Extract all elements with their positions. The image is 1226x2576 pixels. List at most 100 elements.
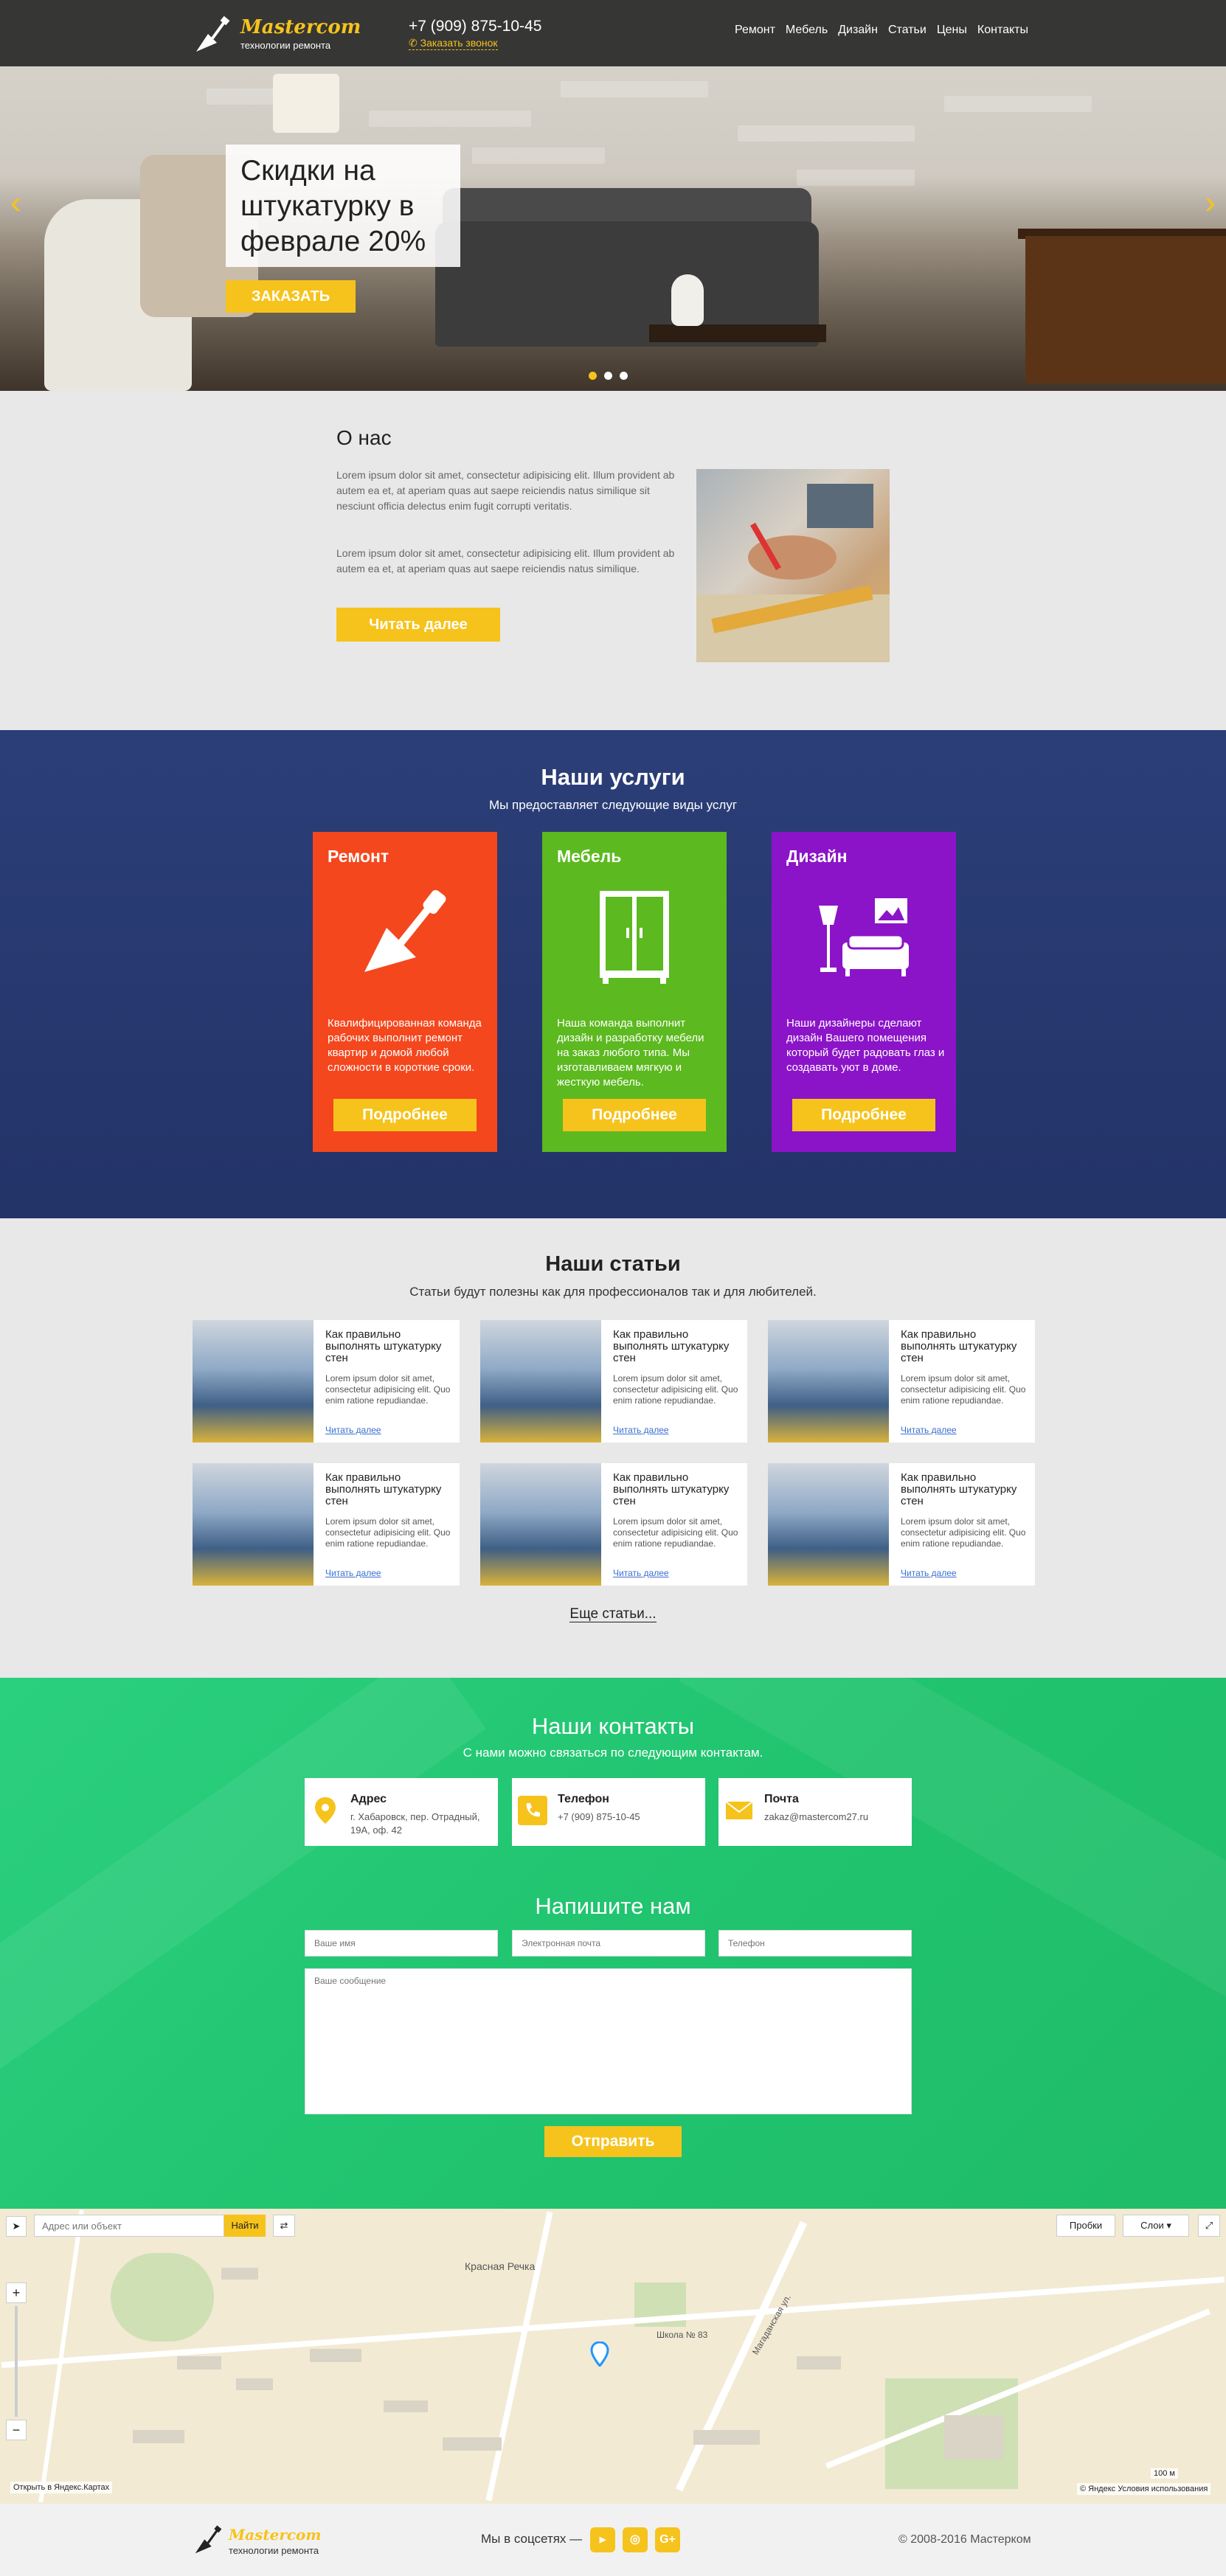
contact-value[interactable]: +7 (909) 875-10-45: [558, 1811, 698, 1824]
nav-item-design[interactable]: Дизайн: [838, 24, 878, 37]
phone-small-icon: ✆: [409, 37, 420, 49]
callback-link[interactable]: ✆ Заказать звонок: [409, 37, 498, 50]
callback-label: Заказать звонок: [420, 37, 498, 49]
service-more-button[interactable]: Подробнее: [792, 1099, 935, 1131]
contact-value[interactable]: zakaz@mastercom27.ru: [764, 1811, 904, 1824]
article-card[interactable]: Как правильно выполнять штукатурку стен …: [480, 1320, 747, 1443]
contacts-section: Наши контакты С нами можно связаться по …: [0, 1678, 1226, 2209]
services-section: Наши услуги Мы предоставляет следующие в…: [0, 730, 1226, 1218]
contact-card-mail: Почта zakaz@mastercom27.ru: [718, 1778, 912, 1846]
article-read-more-link[interactable]: Читать далее: [613, 1568, 669, 1578]
logo[interactable]: Mastercom технологии ремонта: [192, 12, 361, 56]
contact-label: Почта: [764, 1793, 799, 1805]
article-title: Как правильно выполнять штукатурку стен: [325, 1328, 442, 1364]
phone-icon: [518, 1796, 547, 1825]
service-title: Ремонт: [328, 847, 389, 866]
article-read-more-link[interactable]: Читать далее: [901, 1568, 957, 1578]
contact-card-phone: Телефон +7 (909) 875-10-45: [512, 1778, 705, 1846]
slider-dot[interactable]: [620, 372, 628, 380]
read-more-button[interactable]: Читать далее: [336, 608, 500, 642]
service-card-furniture: Мебель Наша команда выполнит дизайн и ра…: [542, 832, 727, 1152]
service-text: Наши дизайнеры сделают дизайн Вашего пом…: [786, 1017, 945, 1074]
article-read-more-link[interactable]: Читать далее: [901, 1425, 957, 1435]
contact-card-address: Адрес г. Хабаровск, пер. Отрадный, 19А, …: [305, 1778, 498, 1846]
map-park: [111, 2253, 214, 2341]
google-plus-icon[interactable]: G+: [655, 2527, 680, 2552]
article-read-more-link[interactable]: Читать далее: [325, 1425, 381, 1435]
cabinet: [1025, 236, 1226, 383]
youtube-icon[interactable]: ▶: [590, 2527, 615, 2552]
yandex-map[interactable]: Красная Речка Школа № 83 Магаданская ул.…: [0, 2209, 1226, 2504]
traffic-label: Пробки: [1069, 2220, 1103, 2231]
nav-item-repair[interactable]: Ремонт: [735, 24, 775, 37]
layers-button[interactable]: Слои ▾: [1123, 2215, 1189, 2237]
wall-brick: [944, 96, 1092, 112]
article-read-more-link[interactable]: Читать далее: [613, 1425, 669, 1435]
slider-dot[interactable]: [604, 372, 612, 380]
order-button[interactable]: ЗАКАЗАТЬ: [226, 280, 356, 313]
about-photo: [696, 469, 890, 662]
zoom-out-icon[interactable]: −: [6, 2420, 27, 2440]
open-in-yandex-link[interactable]: Открыть в Яндекс.Картах: [10, 2482, 113, 2493]
more-articles-link[interactable]: Еще статьи...: [569, 1606, 657, 1622]
zoom-in-icon[interactable]: +: [6, 2282, 27, 2303]
map-road: [485, 2211, 553, 2502]
email-input[interactable]: [512, 1930, 705, 1957]
article-card[interactable]: Как правильно выполнять штукатурку стен …: [480, 1463, 747, 1586]
traffic-button[interactable]: Пробки: [1056, 2215, 1115, 2237]
wall-brick: [797, 170, 915, 186]
map-pin-icon: [311, 1796, 340, 1825]
interior-icon: [819, 898, 909, 976]
map-find-button[interactable]: Найти: [224, 2215, 266, 2237]
articles-subtitle: Статьи будут полезны как для профессиона…: [409, 1285, 817, 1299]
map-building: [443, 2437, 502, 2451]
map-building: [693, 2430, 760, 2445]
map-marker-icon[interactable]: [590, 2341, 609, 2370]
map-search-input[interactable]: [34, 2215, 224, 2237]
instagram-icon[interactable]: ◎: [623, 2527, 648, 2552]
contact-label: Телефон: [558, 1793, 609, 1805]
article-image: [193, 1320, 314, 1443]
slider-prev-icon[interactable]: ‹: [10, 184, 21, 221]
contact-label: Адрес: [350, 1793, 387, 1805]
article-card[interactable]: Как правильно выполнять штукатурку стен …: [193, 1320, 460, 1443]
send-button[interactable]: Отправить: [544, 2126, 682, 2157]
map-road: [825, 2308, 1211, 2469]
trowel-icon: [364, 889, 446, 972]
contacts-subtitle: С нами можно связаться по следующим конт…: [463, 1746, 763, 1760]
nav-item-contacts[interactable]: Контакты: [977, 24, 1028, 37]
nav-item-furniture[interactable]: Мебель: [786, 24, 828, 37]
article-read-more-link[interactable]: Читать далее: [325, 1568, 381, 1578]
slider-dot[interactable]: [589, 372, 597, 380]
map-credits[interactable]: © Яндекс Условия использования: [1077, 2483, 1211, 2495]
header-phone[interactable]: +7 (909) 875-10-45: [409, 18, 541, 35]
map-scale: 100 м: [1151, 2468, 1178, 2479]
about-paragraph: Lorem ipsum dolor sit amet, consectetur …: [336, 547, 675, 574]
fullscreen-icon[interactable]: ⤢: [1198, 2215, 1220, 2237]
service-more-button[interactable]: Подробнее: [333, 1099, 477, 1131]
article-image: [480, 1320, 601, 1443]
hero-title: Скидки на штукатурку в феврале 20%: [240, 155, 426, 257]
service-more-button[interactable]: Подробнее: [563, 1099, 706, 1131]
route-icon[interactable]: ⇄: [273, 2215, 295, 2237]
articles-title: Наши статьи: [545, 1252, 681, 1276]
footer-logo[interactable]: Mastercom технологии ремонта: [192, 2523, 354, 2560]
article-card[interactable]: Как правильно выполнять штукатурку стен …: [768, 1320, 1035, 1443]
phone-input[interactable]: [718, 1930, 912, 1957]
zoom-slider[interactable]: [15, 2306, 18, 2417]
nav-item-articles[interactable]: Статьи: [888, 24, 927, 37]
article-image: [768, 1463, 889, 1586]
wall-brick: [561, 81, 708, 97]
site-footer: Mastercom технологии ремонта Мы в соцсет…: [0, 2504, 1226, 2576]
locate-icon[interactable]: ➤: [6, 2216, 27, 2237]
message-textarea[interactable]: [305, 1968, 912, 2114]
article-card[interactable]: Как правильно выполнять штукатурку стен …: [768, 1463, 1035, 1586]
slider-next-icon[interactable]: ›: [1205, 184, 1216, 221]
article-card[interactable]: Как правильно выполнять штукатурку стен …: [193, 1463, 460, 1586]
service-card-repair: Ремонт Квалифицированная команда рабочих…: [313, 832, 497, 1152]
article-excerpt: Lorem ipsum dolor sit amet, consectetur …: [325, 1373, 451, 1406]
name-input[interactable]: [305, 1930, 498, 1957]
article-title: Как правильно выполнять штукатурку стен: [325, 1471, 442, 1507]
nav-item-prices[interactable]: Цены: [937, 24, 967, 37]
logo-tagline: технологии ремонта: [240, 40, 331, 51]
